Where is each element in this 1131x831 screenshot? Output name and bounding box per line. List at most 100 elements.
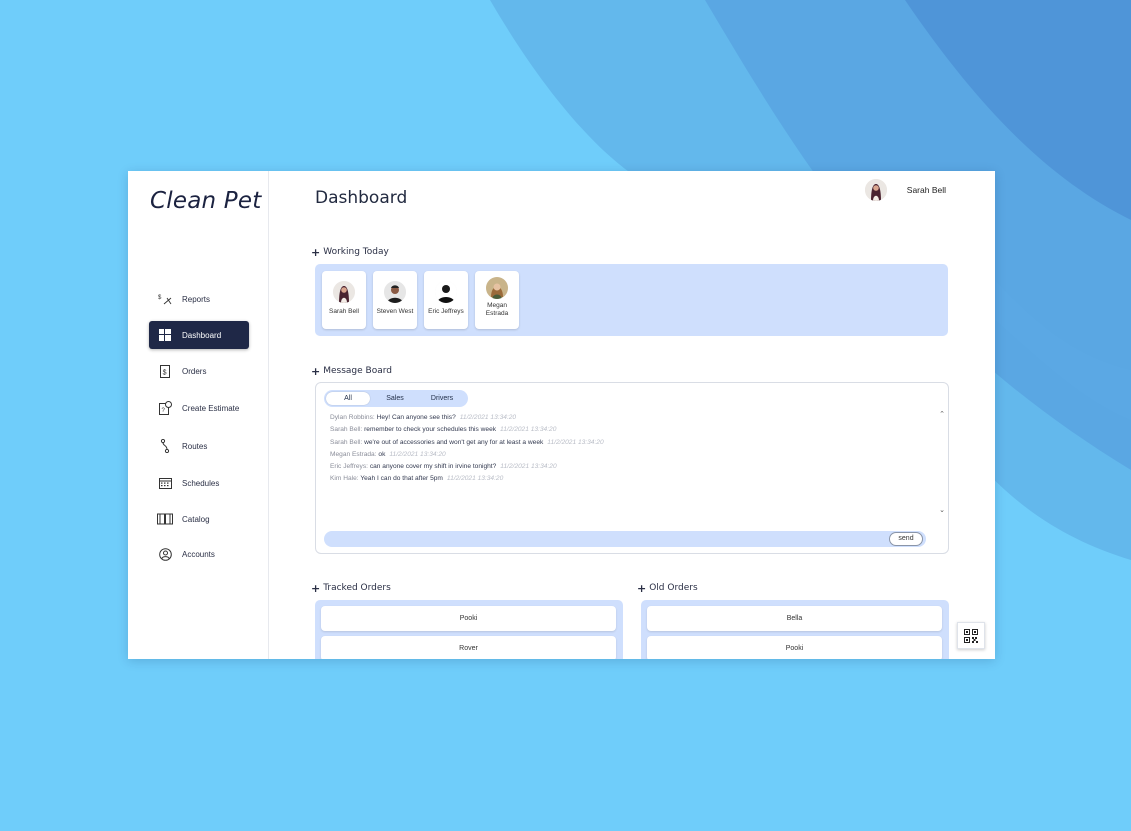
old-orders-panel: Bella Pooki	[641, 600, 949, 659]
message-author: Sarah Bell:	[330, 438, 363, 446]
worker-name: Sarah Bell	[329, 308, 359, 315]
qr-code-button[interactable]	[957, 622, 985, 649]
message-author: Sarah Bell:	[330, 426, 363, 434]
worker-card[interactable]: Megan Estrada	[475, 271, 519, 329]
sidebar-item-label: Create Estimate	[182, 403, 240, 413]
page-title: Dashboard	[315, 188, 408, 208]
message-author: Kim Hale:	[330, 475, 359, 483]
worker-name: Steven West	[376, 308, 414, 315]
qr-code-icon	[964, 628, 978, 643]
worker-card[interactable]: Steven West	[373, 271, 417, 329]
sidebar-item-label: Schedules	[182, 478, 220, 488]
app-logo: Clean Pet	[150, 188, 262, 214]
svg-text:$: $	[158, 295, 162, 301]
catalog-icon	[154, 513, 176, 525]
sidebar-item-accounts[interactable]: Accounts	[149, 540, 249, 568]
message-time: 11/2/2021 13:34:20	[500, 426, 557, 434]
account-icon	[154, 547, 176, 561]
message-time: 11/2/2021 13:34:20	[547, 438, 604, 446]
app-window: Clean Pet $ Reports Dashboard $ Orders ?…	[128, 171, 995, 659]
sidebar-item-label: Accounts	[182, 549, 215, 559]
old-orders-heading: Old Orders	[649, 583, 698, 593]
message-text: remember to check your schedules this we…	[364, 426, 497, 434]
svg-text:?: ?	[161, 408, 165, 414]
sidebar-item-catalog[interactable]: Catalog	[149, 505, 249, 533]
sidebar-item-schedules[interactable]: Schedules	[149, 469, 249, 497]
message-row: Sarah Bell: remember to check your sched…	[330, 424, 604, 436]
avatar	[864, 179, 887, 201]
message-text: Yeah I can do that after 5pm	[360, 475, 443, 483]
message-time: 11/2/2021 13:34:20	[459, 414, 517, 421]
message-list: Dylan Robbins: Hey! Can anyone see this?…	[330, 412, 604, 486]
avatar	[333, 281, 355, 303]
tracked-orders-heading: Tracked Orders	[323, 583, 391, 593]
message-text: can anyone cover my shift in irvine toni…	[369, 463, 497, 471]
message-text: Hey! Can anyone see this?	[376, 414, 456, 421]
working-today-toggle[interactable]: + Working Today	[311, 245, 389, 259]
plus-icon: +	[311, 245, 321, 259]
filter-drivers[interactable]: Drivers	[420, 395, 464, 402]
sidebar: Clean Pet $ Reports Dashboard $ Orders ?…	[128, 171, 269, 659]
order-card[interactable]: Pooki	[647, 636, 942, 659]
worker-card[interactable]: Sarah Bell	[322, 271, 366, 329]
reports-icon: $	[154, 293, 176, 305]
message-author: Dylan Robbins:	[330, 414, 375, 421]
message-board-panel: All Sales Drivers Dylan Robbins: Hey! Ca…	[315, 382, 949, 554]
message-time: 11/2/2021 13:34:20	[500, 463, 557, 471]
message-text: ok	[378, 450, 386, 458]
old-orders-toggle[interactable]: + Old Orders	[637, 581, 698, 595]
plus-icon: +	[311, 581, 321, 595]
estimate-icon: ?	[154, 401, 176, 415]
worker-name: Megan Estrada	[485, 302, 509, 317]
filter-all[interactable]: All	[326, 392, 370, 405]
user-menu[interactable]: Sarah Bell	[864, 179, 946, 201]
message-board-heading: Message Board	[323, 366, 392, 376]
routes-icon	[154, 439, 176, 453]
sidebar-item-label: Orders	[182, 366, 207, 376]
tracked-orders-panel: Pooki Rover	[315, 600, 623, 659]
main-content: Dashboard Sarah Bell + Working Today Sar…	[269, 171, 995, 659]
message-author: Megan Estrada:	[330, 450, 377, 458]
plus-icon: +	[637, 581, 647, 595]
sidebar-item-orders[interactable]: $ Orders	[149, 357, 249, 385]
tracked-orders-toggle[interactable]: + Tracked Orders	[311, 581, 391, 595]
sidebar-item-label: Routes	[182, 441, 208, 451]
worker-name: Eric Jeffreys	[428, 308, 464, 315]
avatar	[384, 281, 406, 303]
order-card[interactable]: Pooki	[321, 606, 616, 631]
sidebar-item-label: Catalog	[182, 514, 210, 524]
message-author: Eric Jeffreys:	[330, 463, 368, 471]
avatar	[435, 281, 457, 303]
scroll-down-icon[interactable]: ⌄	[939, 506, 945, 514]
scroll-up-icon[interactable]: ⌃	[939, 410, 945, 418]
sidebar-item-label: Reports	[182, 294, 211, 304]
sidebar-item-dashboard[interactable]: Dashboard	[149, 321, 249, 349]
sidebar-item-routes[interactable]: Routes	[149, 432, 249, 460]
working-today-panel: Sarah Bell Steven West Eric Jeffreys Meg…	[315, 264, 948, 336]
order-card[interactable]: Bella	[647, 606, 942, 631]
message-row: Sarah Bell: we're out of accessories and…	[330, 437, 604, 449]
message-row: Dylan Robbins: Hey! Can anyone see this?…	[330, 412, 604, 424]
sidebar-item-create-estimate[interactable]: ? Create Estimate	[149, 394, 249, 422]
calendar-icon	[154, 477, 176, 489]
dashboard-icon	[154, 329, 176, 341]
message-text: we're out of accessories and won't get a…	[364, 438, 544, 446]
plus-icon: +	[311, 364, 321, 378]
message-time: 11/2/2021 13:34:20	[446, 475, 504, 483]
message-row: Eric Jeffreys: can anyone cover my shift…	[330, 461, 604, 473]
worker-card[interactable]: Eric Jeffreys	[424, 271, 468, 329]
avatar	[486, 277, 508, 299]
sidebar-item-label: Dashboard	[182, 330, 222, 340]
order-card[interactable]: Rover	[321, 636, 616, 659]
filter-sales[interactable]: Sales	[370, 395, 420, 402]
message-filter: All Sales Drivers	[324, 390, 468, 407]
user-name: Sarah Bell	[906, 185, 946, 195]
message-input[interactable]	[324, 531, 926, 547]
working-today-heading: Working Today	[323, 247, 389, 257]
send-button[interactable]: send	[889, 532, 923, 546]
sidebar-item-reports[interactable]: $ Reports	[149, 285, 249, 313]
orders-icon: $	[154, 364, 176, 378]
message-time: 11/2/2021 13:34:20	[389, 450, 446, 458]
message-board-toggle[interactable]: + Message Board	[311, 364, 392, 378]
svg-text:$: $	[163, 369, 167, 376]
